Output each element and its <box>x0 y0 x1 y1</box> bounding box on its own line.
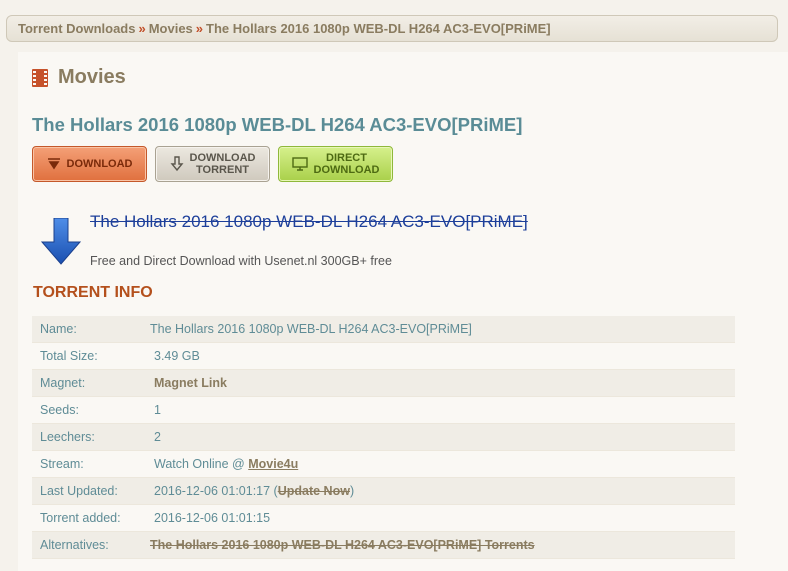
usenet-description: Free and Direct Download with Usenet.nl … <box>90 254 392 268</box>
direct-download-button[interactable]: Direct Download <box>278 146 393 182</box>
table-row: Leechers: 2 <box>32 423 735 451</box>
breadcrumb-movies-link[interactable]: Movies <box>149 21 193 36</box>
updated-value: 2016-12-06 01:01:17 <box>154 484 271 498</box>
blue-download-arrow-icon <box>40 218 82 265</box>
torrent-arrow-icon <box>170 155 184 173</box>
download-torrent-button[interactable]: Download Torrent <box>155 146 270 182</box>
table-row: Stream: Watch Online @ Movie4u <box>32 450 735 478</box>
download-arrow-icon <box>47 157 61 172</box>
leechers-label: Leechers: <box>32 423 150 451</box>
section-title: Movies <box>58 66 126 88</box>
stream-label: Stream: <box>32 450 150 478</box>
torrent-title: The Hollars 2016 1080p WEB-DL H264 AC3-E… <box>32 114 523 135</box>
size-value: 3.49 GB <box>154 349 200 363</box>
seeds-value: 1 <box>154 403 161 417</box>
usenet-download-link[interactable]: The Hollars 2016 1080p WEB-DL H264 AC3-E… <box>90 212 528 232</box>
breadcrumb: Torrent Downloads» Movies» The Hollars 201… <box>6 15 778 42</box>
added-value: 2016-12-06 01:01:15 <box>154 511 271 525</box>
stream-prefix: Watch Online @ <box>154 457 245 471</box>
breadcrumb-separator: » <box>138 21 146 36</box>
download-button[interactable]: Download <box>32 146 147 182</box>
table-row: Total Size: 3.49 GB <box>32 342 735 370</box>
table-row: Alternatives: The Hollars 2016 1080p WEB… <box>32 531 735 559</box>
section-heading: Movies <box>32 66 126 89</box>
added-label: Torrent added: <box>32 504 150 532</box>
movie4u-link[interactable]: Movie4u <box>248 457 298 471</box>
breadcrumb-current: The Hollars 2016 1080p WEB-DL H264 AC3-E… <box>206 21 551 36</box>
download-torrent-label: Download Torrent <box>189 152 256 176</box>
breadcrumb-separator: » <box>195 21 204 36</box>
main-content: Movies The Hollars 2016 1080p WEB-DL H26… <box>18 52 788 571</box>
updated-label: Last Updated: <box>32 477 150 505</box>
seeds-label: Seeds: <box>32 396 150 424</box>
update-now-link[interactable]: Update Now <box>278 484 350 498</box>
table-row: Magnet: Magnet Link <box>32 369 735 397</box>
film-icon <box>32 68 48 87</box>
download-button-label: Download <box>66 158 133 170</box>
magnet-link[interactable]: Magnet Link <box>150 376 227 390</box>
torrent-info-heading: TORRENT INFO <box>33 284 153 301</box>
table-row: Torrent added: 2016-12-06 01:01:15 <box>32 504 735 532</box>
magnet-label: Magnet: <box>32 369 150 397</box>
breadcrumb-home-link[interactable]: Torrent Downloads <box>18 21 135 36</box>
table-row: Last Updated: 2016-12-06 01:01:17 (Updat… <box>32 477 735 505</box>
table-row: Name: The Hollars 2016 1080p WEB-DL H264… <box>32 316 735 343</box>
name-label: Name: <box>32 316 150 343</box>
name-value: The Hollars 2016 1080p WEB-DL H264 AC3-E… <box>150 316 735 343</box>
torrent-info-table: Name: The Hollars 2016 1080p WEB-DL H264… <box>32 316 735 559</box>
monitor-icon <box>291 156 308 172</box>
size-label: Total Size: <box>32 342 150 370</box>
direct-download-label: Direct Download <box>313 152 380 176</box>
alternatives-link[interactable]: The Hollars 2016 1080p WEB-DL H264 AC3-E… <box>150 538 535 552</box>
alternatives-label: Alternatives: <box>32 531 150 559</box>
table-row: Seeds: 1 <box>32 396 735 424</box>
leechers-value: 2 <box>154 430 161 444</box>
